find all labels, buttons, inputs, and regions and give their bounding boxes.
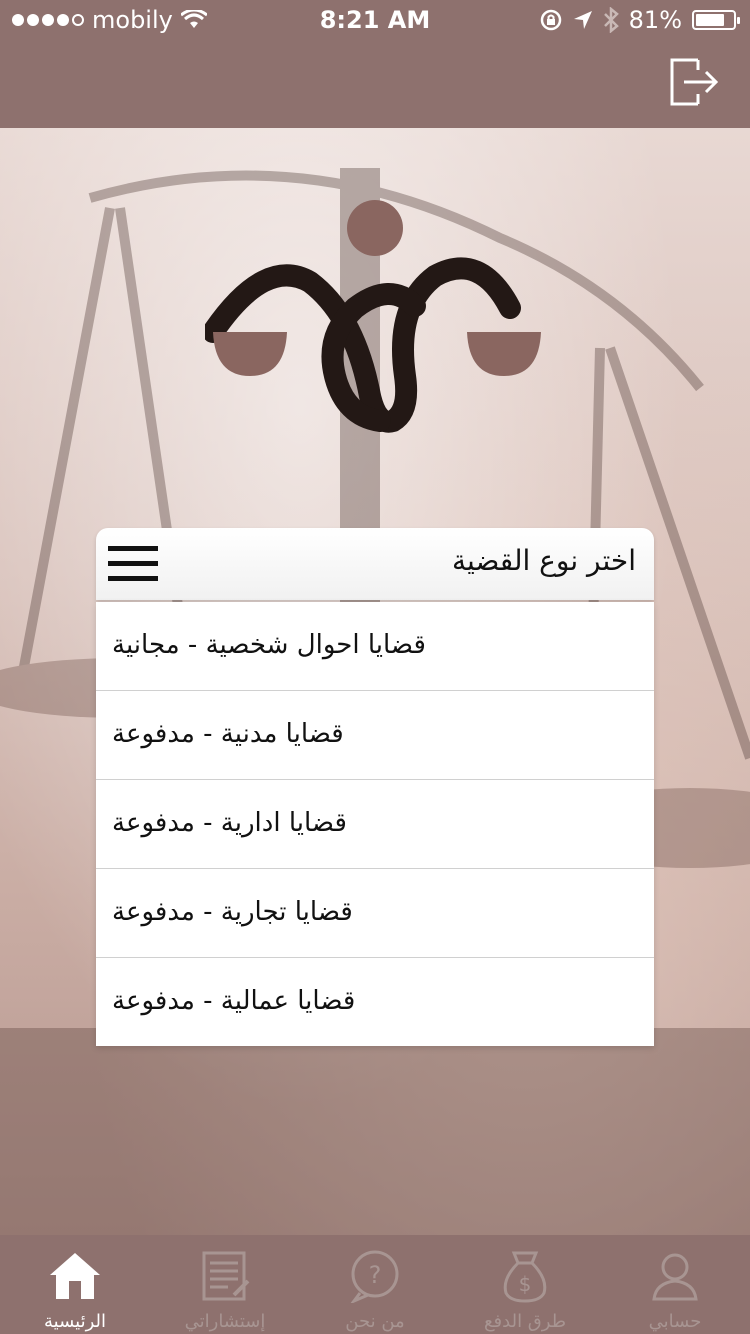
list-item-label: قضايا تجارية - مدفوعة xyxy=(112,897,353,927)
battery-percent: 81% xyxy=(628,6,682,34)
tab-bar: الرئيسية إستشاراتي ? من نحن $ طرق الدفع … xyxy=(0,1235,750,1334)
tab-about-us[interactable]: ? من نحن xyxy=(300,1235,450,1334)
tab-my-consultations[interactable]: إستشاراتي xyxy=(150,1235,300,1334)
logo xyxy=(205,200,541,433)
tab-payment-methods[interactable]: $ طرق الدفع xyxy=(450,1235,600,1334)
case-type-picker-header[interactable]: اختر نوع القضية xyxy=(96,528,654,600)
list-item-civil[interactable]: قضايا مدنية - مدفوعة xyxy=(96,691,654,780)
battery-icon xyxy=(692,10,740,30)
list-item-label: قضايا ادارية - مدفوعة xyxy=(112,808,347,838)
user-icon xyxy=(652,1253,698,1301)
tab-label: من نحن xyxy=(345,1311,405,1332)
tab-label: إستشاراتي xyxy=(184,1311,266,1332)
tab-label: الرئيسية xyxy=(44,1311,106,1332)
list-item-labor[interactable]: قضايا عمالية - مدفوعة xyxy=(96,958,654,1046)
home-icon xyxy=(50,1253,100,1299)
list-item-administrative[interactable]: قضايا ادارية - مدفوعة xyxy=(96,780,654,869)
money-bag-icon: $ xyxy=(503,1251,547,1303)
question-bubble-icon: ? xyxy=(350,1250,399,1303)
battery-level xyxy=(696,14,725,26)
screen: mobily 8:21 AM 81% اختر نوع القضية قضايا… xyxy=(0,0,750,1334)
tab-my-account[interactable]: حسابي xyxy=(600,1235,750,1334)
status-right: 81% xyxy=(539,6,740,34)
case-type-list: قضايا احوال شخصية - مجانية قضايا مدنية -… xyxy=(96,602,654,1046)
list-item-personal-status[interactable]: قضايا احوال شخصية - مجانية xyxy=(96,602,654,691)
rotation-lock-icon xyxy=(540,9,561,31)
svg-text:$: $ xyxy=(519,1272,532,1296)
bluetooth-icon xyxy=(603,7,619,33)
tab-home[interactable]: الرئيسية xyxy=(0,1235,150,1334)
list-item-commercial[interactable]: قضايا تجارية - مدفوعة xyxy=(96,869,654,958)
tab-label: طرق الدفع xyxy=(483,1311,567,1332)
app-header: mobily 8:21 AM 81% xyxy=(0,0,750,128)
list-item-label: قضايا مدنية - مدفوعة xyxy=(112,719,344,749)
tab-label: حسابي xyxy=(648,1311,702,1332)
svg-text:?: ? xyxy=(369,1261,382,1289)
picker-title: اختر نوع القضية xyxy=(452,544,636,577)
location-arrow-icon xyxy=(573,11,592,29)
list-item-label: قضايا احوال شخصية - مجانية xyxy=(112,630,426,660)
document-icon xyxy=(202,1251,250,1301)
status-bar: mobily 8:21 AM 81% xyxy=(0,0,750,40)
list-item-label: قضايا عمالية - مدفوعة xyxy=(112,986,356,1016)
logout-icon[interactable] xyxy=(668,56,720,108)
hamburger-icon[interactable] xyxy=(108,546,158,582)
